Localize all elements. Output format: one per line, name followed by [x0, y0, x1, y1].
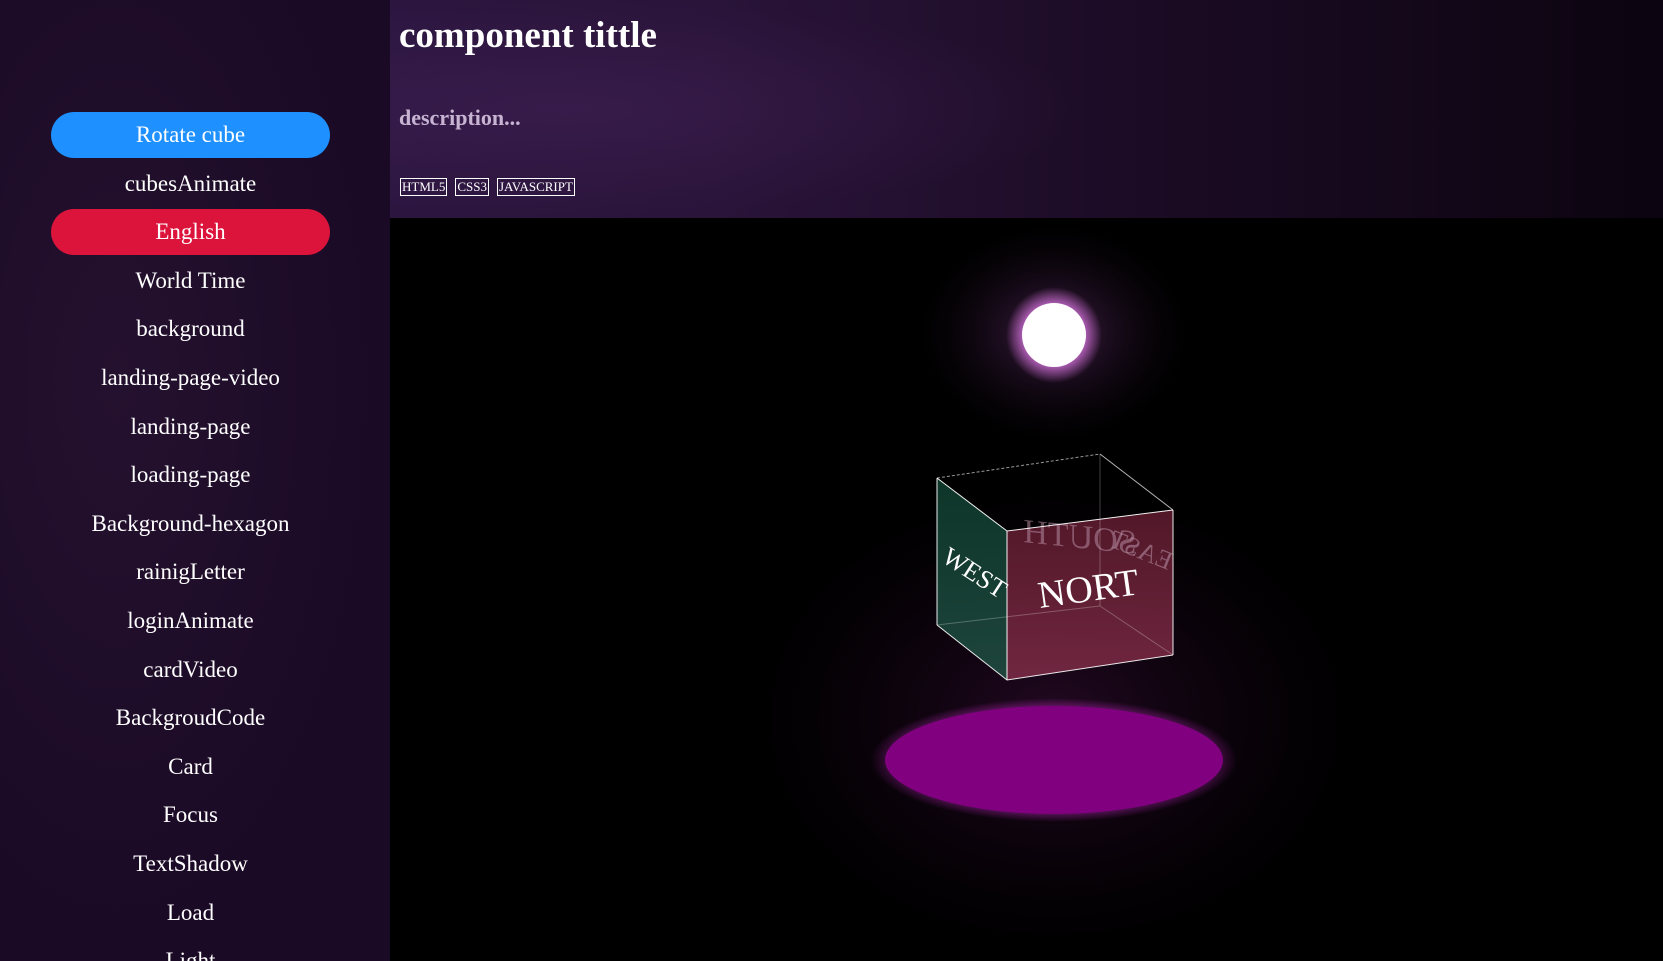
sidebar-item-english[interactable]: English	[51, 209, 330, 256]
sidebar-item-rainigletter[interactable]: rainigLetter	[51, 549, 330, 595]
light-bulb	[1022, 303, 1086, 367]
tech-tags: HTML5 CSS3 JAVASCRIPT	[400, 178, 575, 196]
sidebar-item-landing-page[interactable]: landing-page	[51, 404, 330, 450]
sidebar-nav-list: Rotate cube cubesAnimate English World Time…	[51, 112, 330, 961]
sidebar: Rotate cube cubesAnimate English World Time…	[0, 0, 390, 961]
page-title: component tittle	[399, 15, 657, 56]
sidebar-item-background-hexagon[interactable]: Background-hexagon	[51, 501, 330, 547]
cube-scene: SOUTH EAST WEST NORT	[714, 218, 1394, 961]
sidebar-item-loginanimate[interactable]: loginAnimate	[51, 598, 330, 644]
sidebar-item-light[interactable]: Light	[51, 938, 330, 961]
app-window: Rotate cube cubesAnimate English World Time…	[0, 0, 1663, 961]
sidebar-item-backgroudcode[interactable]: BackgroudCode	[51, 695, 330, 741]
demo-stage: SOUTH EAST WEST NORT	[390, 218, 1663, 961]
sidebar-item-loading-page[interactable]: loading-page	[51, 452, 330, 498]
sidebar-item-world-time[interactable]: World Time	[51, 258, 330, 304]
tag-javascript: JAVASCRIPT	[496, 178, 575, 196]
tag-css3: CSS3	[455, 178, 489, 196]
floor-spot	[885, 706, 1223, 814]
sidebar-item-background[interactable]: background	[51, 306, 330, 352]
component-header: component tittle description... HTML5 CS…	[390, 0, 1663, 218]
tag-html5: HTML5	[400, 178, 448, 196]
sidebar-item-landing-page-video[interactable]: landing-page-video	[51, 355, 330, 401]
sidebar-item-rotate-cube[interactable]: Rotate cube	[51, 112, 330, 158]
sidebar-item-load[interactable]: Load	[51, 890, 330, 936]
sidebar-item-cardvideo[interactable]: cardVideo	[51, 647, 330, 693]
page-description: description...	[399, 105, 521, 130]
sidebar-item-cubesanimate[interactable]: cubesAnimate	[51, 161, 330, 207]
sidebar-item-card[interactable]: Card	[51, 744, 330, 790]
sidebar-item-textshadow[interactable]: TextShadow	[51, 841, 330, 887]
sidebar-item-focus[interactable]: Focus	[51, 792, 330, 838]
